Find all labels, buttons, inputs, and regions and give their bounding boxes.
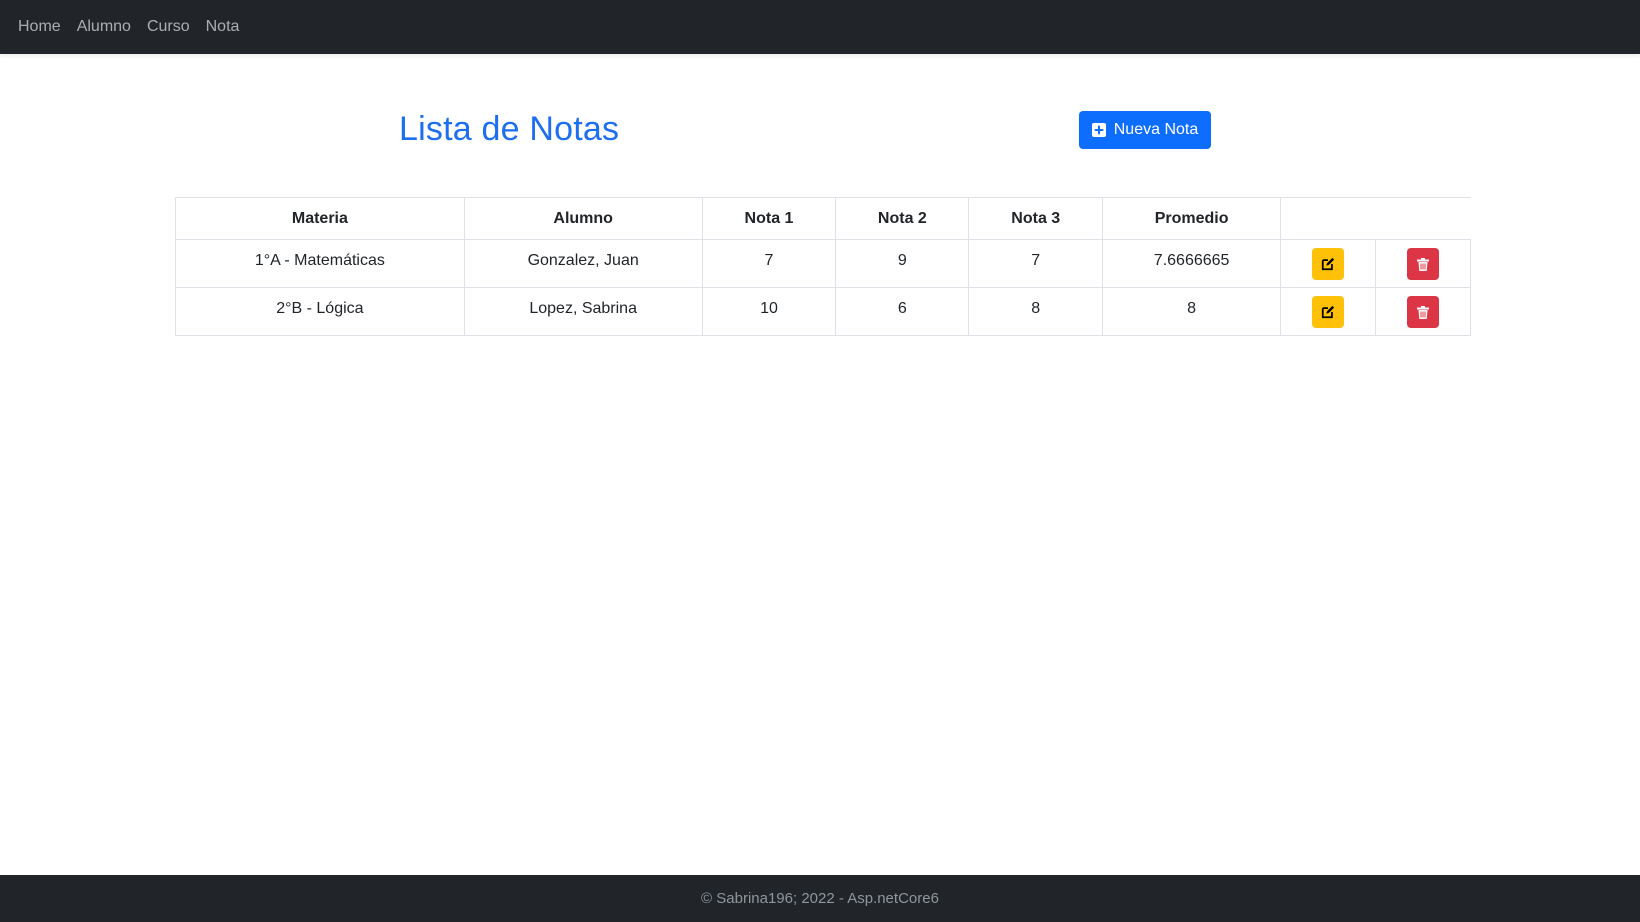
new-nota-button[interactable]: Nueva Nota	[1079, 111, 1211, 149]
cell-promedio: 7.6666665	[1102, 239, 1282, 288]
column-header-nota1: Nota 1	[701, 197, 837, 240]
nav-link-alumno[interactable]: Alumno	[77, 18, 131, 36]
delete-button[interactable]	[1406, 296, 1439, 328]
new-nota-button-label: Nueva Nota	[1113, 121, 1199, 138]
cell-nota3: 8	[968, 287, 1104, 336]
notas-table: Materia Alumno Nota 1 Nota 2 Nota 3 Prom…	[175, 197, 1472, 336]
page-title: Lista de Notas	[399, 110, 620, 148]
cell-alumno: Gonzalez, Juan	[463, 239, 703, 288]
cell-materia: 2°B - Lógica	[175, 287, 465, 336]
table-header-row: Materia Alumno Nota 1 Nota 2 Nota 3 Prom…	[175, 197, 1471, 240]
nav-link-nota[interactable]: Nota	[206, 18, 240, 36]
trash-icon	[1416, 257, 1429, 271]
plus-square-icon	[1091, 123, 1106, 137]
cell-nota2: 9	[835, 239, 970, 288]
column-header-nota2: Nota 2	[835, 197, 970, 240]
cell-nota1: 7	[701, 239, 837, 288]
table-row: 2°B - Lógica Lopez, Sabrina 10 6 8 8	[175, 287, 1472, 336]
column-header-alumno: Alumno	[463, 197, 703, 240]
footer-copyright: © Sabrina196; 2022 - Asp.netCore6	[701, 890, 939, 907]
cell-nota1: 10	[701, 287, 837, 336]
cell-nota2: 6	[835, 287, 970, 336]
cell-edit	[1280, 287, 1376, 336]
edit-button[interactable]	[1312, 296, 1345, 328]
cell-delete	[1374, 287, 1472, 336]
nav-link-curso[interactable]: Curso	[147, 18, 190, 36]
column-header-nota3: Nota 3	[968, 197, 1104, 240]
delete-button[interactable]	[1406, 248, 1439, 280]
cell-edit	[1280, 239, 1376, 288]
edit-button[interactable]	[1312, 248, 1345, 280]
cell-nota3: 7	[968, 239, 1104, 288]
trash-icon	[1416, 305, 1429, 319]
column-header-promedio: Promedio	[1102, 197, 1282, 240]
column-header-actions	[1280, 197, 1471, 240]
table-row: 1°A - Matemáticas Gonzalez, Juan 7 9 7 7…	[175, 239, 1472, 288]
column-header-materia: Materia	[175, 197, 465, 240]
edit-icon	[1321, 257, 1335, 271]
cell-delete	[1374, 239, 1472, 288]
cell-materia: 1°A - Matemáticas	[175, 239, 465, 288]
nav-link-home[interactable]: Home	[18, 18, 61, 36]
edit-icon	[1321, 305, 1335, 319]
footer: © Sabrina196; 2022 - Asp.netCore6	[0, 875, 1640, 922]
top-navbar: Home Alumno Curso Nota	[0, 0, 1640, 54]
cell-alumno: Lopez, Sabrina	[463, 287, 703, 336]
cell-promedio: 8	[1102, 287, 1282, 336]
